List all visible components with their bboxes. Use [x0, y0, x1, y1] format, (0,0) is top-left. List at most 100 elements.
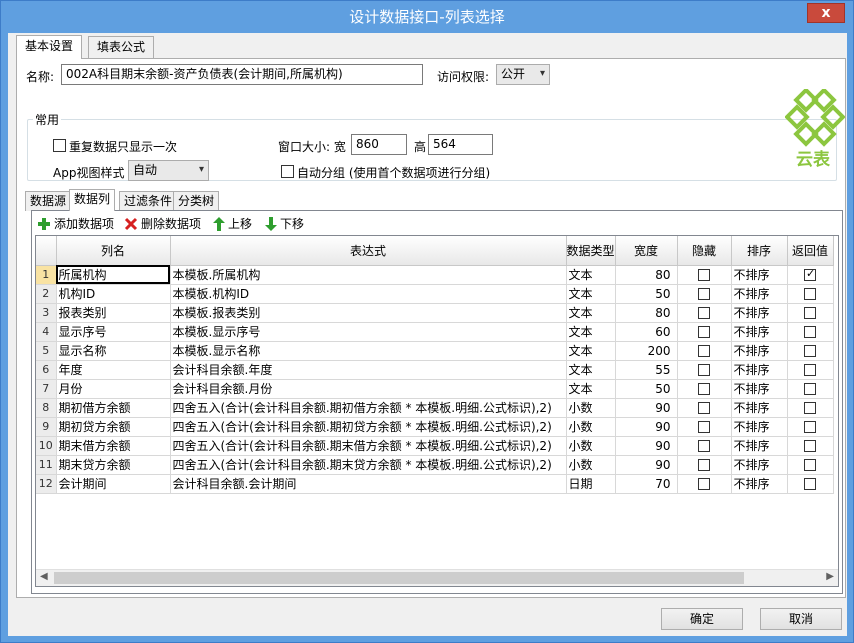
hidden-cell[interactable] [677, 474, 732, 494]
table-row[interactable]: 2 机构ID 本模板.机构ID 文本 50 不排序 [36, 284, 834, 304]
type-cell[interactable]: 文本 [566, 341, 616, 361]
return-checkbox[interactable] [804, 307, 817, 319]
return-cell[interactable] [787, 379, 834, 399]
add-item-button[interactable]: 添加数据项 [37, 215, 114, 232]
width-cell[interactable]: 55 [615, 360, 678, 380]
expression-cell[interactable]: 四舍五入(合计(会计科目余额.期末贷方余额 * 本模板.明细.公式标识),2) [170, 455, 567, 475]
sort-cell[interactable]: 不排序 [731, 341, 788, 361]
scroll-right-icon[interactable]: ▶ [826, 571, 834, 582]
hidden-cell[interactable] [677, 284, 732, 304]
table-row[interactable]: 4 显示序号 本模板.显示序号 文本 60 不排序 [36, 322, 834, 342]
width-cell[interactable]: 90 [615, 436, 678, 456]
type-cell[interactable]: 文本 [566, 379, 616, 399]
return-checkbox[interactable] [804, 402, 817, 414]
type-cell[interactable]: 日期 [566, 474, 616, 494]
sort-cell[interactable]: 不排序 [731, 322, 788, 342]
tab-basic-settings[interactable]: 基本设置 [16, 35, 83, 59]
return-checkbox[interactable] [804, 478, 817, 490]
type-cell[interactable]: 文本 [566, 322, 616, 342]
auto-group-checkbox[interactable] [281, 165, 294, 178]
hidden-checkbox[interactable] [698, 402, 711, 414]
move-up-button[interactable]: 上移 [213, 215, 252, 232]
sort-cell[interactable]: 不排序 [731, 417, 788, 437]
tab-data-columns[interactable]: 数据列 [69, 189, 116, 211]
return-checkbox[interactable] [804, 345, 817, 357]
scrollbar-thumb[interactable] [54, 572, 744, 584]
expression-cell[interactable]: 本模板.所属机构 [170, 265, 567, 285]
hidden-cell[interactable] [677, 436, 732, 456]
hidden-checkbox[interactable] [698, 345, 711, 357]
app-view-select[interactable]: 自动 ▾ [128, 160, 209, 181]
table-row[interactable]: 6 年度 会计科目余额.年度 文本 55 不排序 [36, 360, 834, 380]
return-checkbox[interactable] [804, 440, 817, 452]
type-cell[interactable]: 小数 [566, 398, 616, 418]
return-checkbox[interactable] [804, 267, 817, 281]
tab-data-source[interactable]: 数据源 [25, 191, 72, 211]
window-height-input[interactable]: 564 [428, 134, 493, 155]
expression-cell[interactable]: 四舍五入(合计(会计科目余额.期初贷方余额 * 本模板.明细.公式标识),2) [170, 417, 567, 437]
expression-cell[interactable]: 会计科目余额.月份 [170, 379, 567, 399]
hidden-cell[interactable] [677, 417, 732, 437]
type-cell[interactable]: 文本 [566, 284, 616, 304]
hidden-checkbox[interactable] [698, 288, 711, 300]
table-row[interactable]: 10 期末借方余额 四舍五入(合计(会计科目余额.期末借方余额 * 本模板.明细.公… [36, 436, 834, 456]
hidden-cell[interactable] [677, 341, 732, 361]
table-row[interactable]: 12 会计期间 会计科目余额.会计期间 日期 70 不排序 [36, 474, 834, 494]
repeat-once-checkbox[interactable] [53, 139, 66, 152]
name-cell[interactable]: 报表类别 [56, 303, 171, 323]
column-header-width[interactable]: 宽度 [615, 236, 678, 266]
cancel-button[interactable]: 取消 [760, 608, 842, 630]
width-cell[interactable]: 80 [615, 265, 678, 285]
return-cell[interactable] [787, 436, 834, 456]
ok-button[interactable]: 确定 [661, 608, 743, 630]
sort-cell[interactable]: 不排序 [731, 379, 788, 399]
sort-cell[interactable]: 不排序 [731, 284, 788, 304]
close-button[interactable]: x [807, 3, 845, 23]
type-cell[interactable]: 小数 [566, 436, 616, 456]
width-cell[interactable]: 50 [615, 284, 678, 304]
return-checkbox[interactable] [804, 326, 817, 338]
sort-cell[interactable]: 不排序 [731, 436, 788, 456]
type-cell[interactable]: 文本 [566, 303, 616, 323]
type-cell[interactable]: 文本 [566, 265, 616, 285]
return-cell[interactable] [787, 341, 834, 361]
sort-cell[interactable]: 不排序 [731, 265, 788, 285]
name-cell[interactable]: 月份 [56, 379, 171, 399]
return-cell[interactable] [787, 360, 834, 380]
delete-item-button[interactable]: 删除数据项 [124, 215, 201, 232]
expression-cell[interactable]: 会计科目余额.会计期间 [170, 474, 567, 494]
column-header-sort[interactable]: 排序 [731, 236, 788, 266]
data-columns-grid[interactable]: 列名 表达式 数据类型 宽度 隐藏 排序 返回值 1 所属机构 本模板.所属机构 文本… [35, 235, 839, 587]
hidden-cell[interactable] [677, 322, 732, 342]
name-cell[interactable]: 期初借方余额 [56, 398, 171, 418]
width-cell[interactable]: 90 [615, 398, 678, 418]
expression-cell[interactable]: 本模板.显示序号 [170, 322, 567, 342]
table-row[interactable]: 8 期初借方余额 四舍五入(合计(会计科目余额.期初借方余额 * 本模板.明细.公式… [36, 398, 834, 418]
width-cell[interactable]: 90 [615, 455, 678, 475]
access-select[interactable]: 公开 ▾ [496, 64, 550, 85]
type-cell[interactable]: 小数 [566, 455, 616, 475]
expression-cell[interactable]: 四舍五入(合计(会计科目余额.期末借方余额 * 本模板.明细.公式标识),2) [170, 436, 567, 456]
hidden-checkbox[interactable] [698, 478, 711, 490]
name-cell[interactable]: 期初贷方余额 [56, 417, 171, 437]
tab-fill-formula[interactable]: 填表公式 [88, 36, 155, 58]
hidden-checkbox[interactable] [698, 307, 711, 319]
width-cell[interactable]: 200 [615, 341, 678, 361]
window-width-input[interactable]: 860 [351, 134, 407, 155]
return-checkbox[interactable] [804, 364, 817, 376]
tab-filter-conditions[interactable]: 过滤条件 [119, 191, 178, 211]
hidden-cell[interactable] [677, 398, 732, 418]
hidden-checkbox[interactable] [698, 440, 711, 452]
hidden-checkbox[interactable] [698, 364, 711, 376]
type-cell[interactable]: 文本 [566, 360, 616, 380]
return-checkbox[interactable] [804, 383, 817, 395]
return-cell[interactable] [787, 398, 834, 418]
name-input[interactable]: 002A科目期末余额-资产负债表(会计期间,所属机构) [61, 64, 423, 85]
hidden-cell[interactable] [677, 303, 732, 323]
name-cell[interactable]: 年度 [56, 360, 171, 380]
hidden-checkbox[interactable] [698, 459, 711, 471]
expression-cell[interactable]: 本模板.报表类别 [170, 303, 567, 323]
width-cell[interactable]: 70 [615, 474, 678, 494]
column-header-expression[interactable]: 表达式 [170, 236, 567, 266]
tab-category-tree[interactable]: 分类树 [173, 191, 220, 211]
